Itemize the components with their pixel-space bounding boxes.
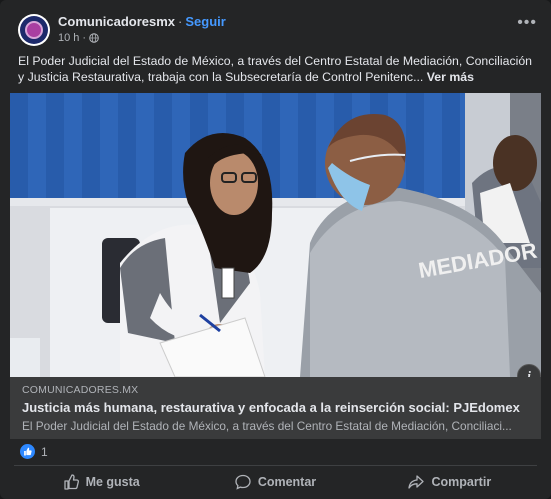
comment-button[interactable]: Comentar (188, 469, 362, 495)
author-name[interactable]: Comunicadoresmx (58, 14, 175, 29)
like-label: Me gusta (85, 475, 140, 489)
comment-icon (235, 474, 251, 490)
photo-illustration: MEDIADOR (10, 93, 541, 377)
follow-button[interactable]: Seguir (185, 14, 225, 29)
reaction-summary[interactable]: 1 (20, 444, 48, 459)
actions-divider (14, 465, 537, 466)
post-meta: 10 h · (58, 32, 99, 44)
avatar-logo (20, 16, 48, 44)
link-domain: COMUNICADORES.MX (22, 384, 139, 396)
page-avatar[interactable] (18, 14, 50, 46)
post-time[interactable]: 10 h (58, 32, 79, 44)
comment-label: Comentar (257, 475, 317, 489)
more-options-icon[interactable]: ••• (517, 15, 537, 31)
reaction-count[interactable]: 1 (41, 445, 48, 459)
link-preview[interactable]: COMUNICADORES.MX Justicia más humana, re… (10, 377, 541, 439)
link-description: El Poder Judicial del Estado de México, … (22, 419, 512, 433)
author-line: Comunicadoresmx · Seguir (58, 14, 226, 29)
see-more-link[interactable]: Ver más (427, 70, 474, 84)
share-button[interactable]: Compartir (363, 469, 537, 495)
like-reaction-icon (20, 444, 35, 459)
thumbs-up-icon (63, 474, 79, 490)
share-icon (408, 475, 425, 489)
like-button[interactable]: Me gusta (14, 469, 188, 495)
post-header: Comunicadoresmx · Seguir 10 h · ••• (0, 0, 551, 50)
post-actions: Me gusta Comentar Compartir (14, 469, 537, 495)
globe-icon (89, 33, 99, 43)
share-label: Compartir (431, 475, 492, 489)
feed-post: Comunicadoresmx · Seguir 10 h · ••• El Pod… (0, 0, 551, 499)
post-text: El Poder Judicial del Estado de México, … (18, 53, 538, 85)
separator-dot: · (178, 14, 183, 29)
post-photo[interactable]: MEDIADOR (10, 93, 541, 377)
link-title[interactable]: Justicia más humana, restaurativa y enfo… (22, 400, 520, 415)
time-separator: · (82, 32, 87, 44)
